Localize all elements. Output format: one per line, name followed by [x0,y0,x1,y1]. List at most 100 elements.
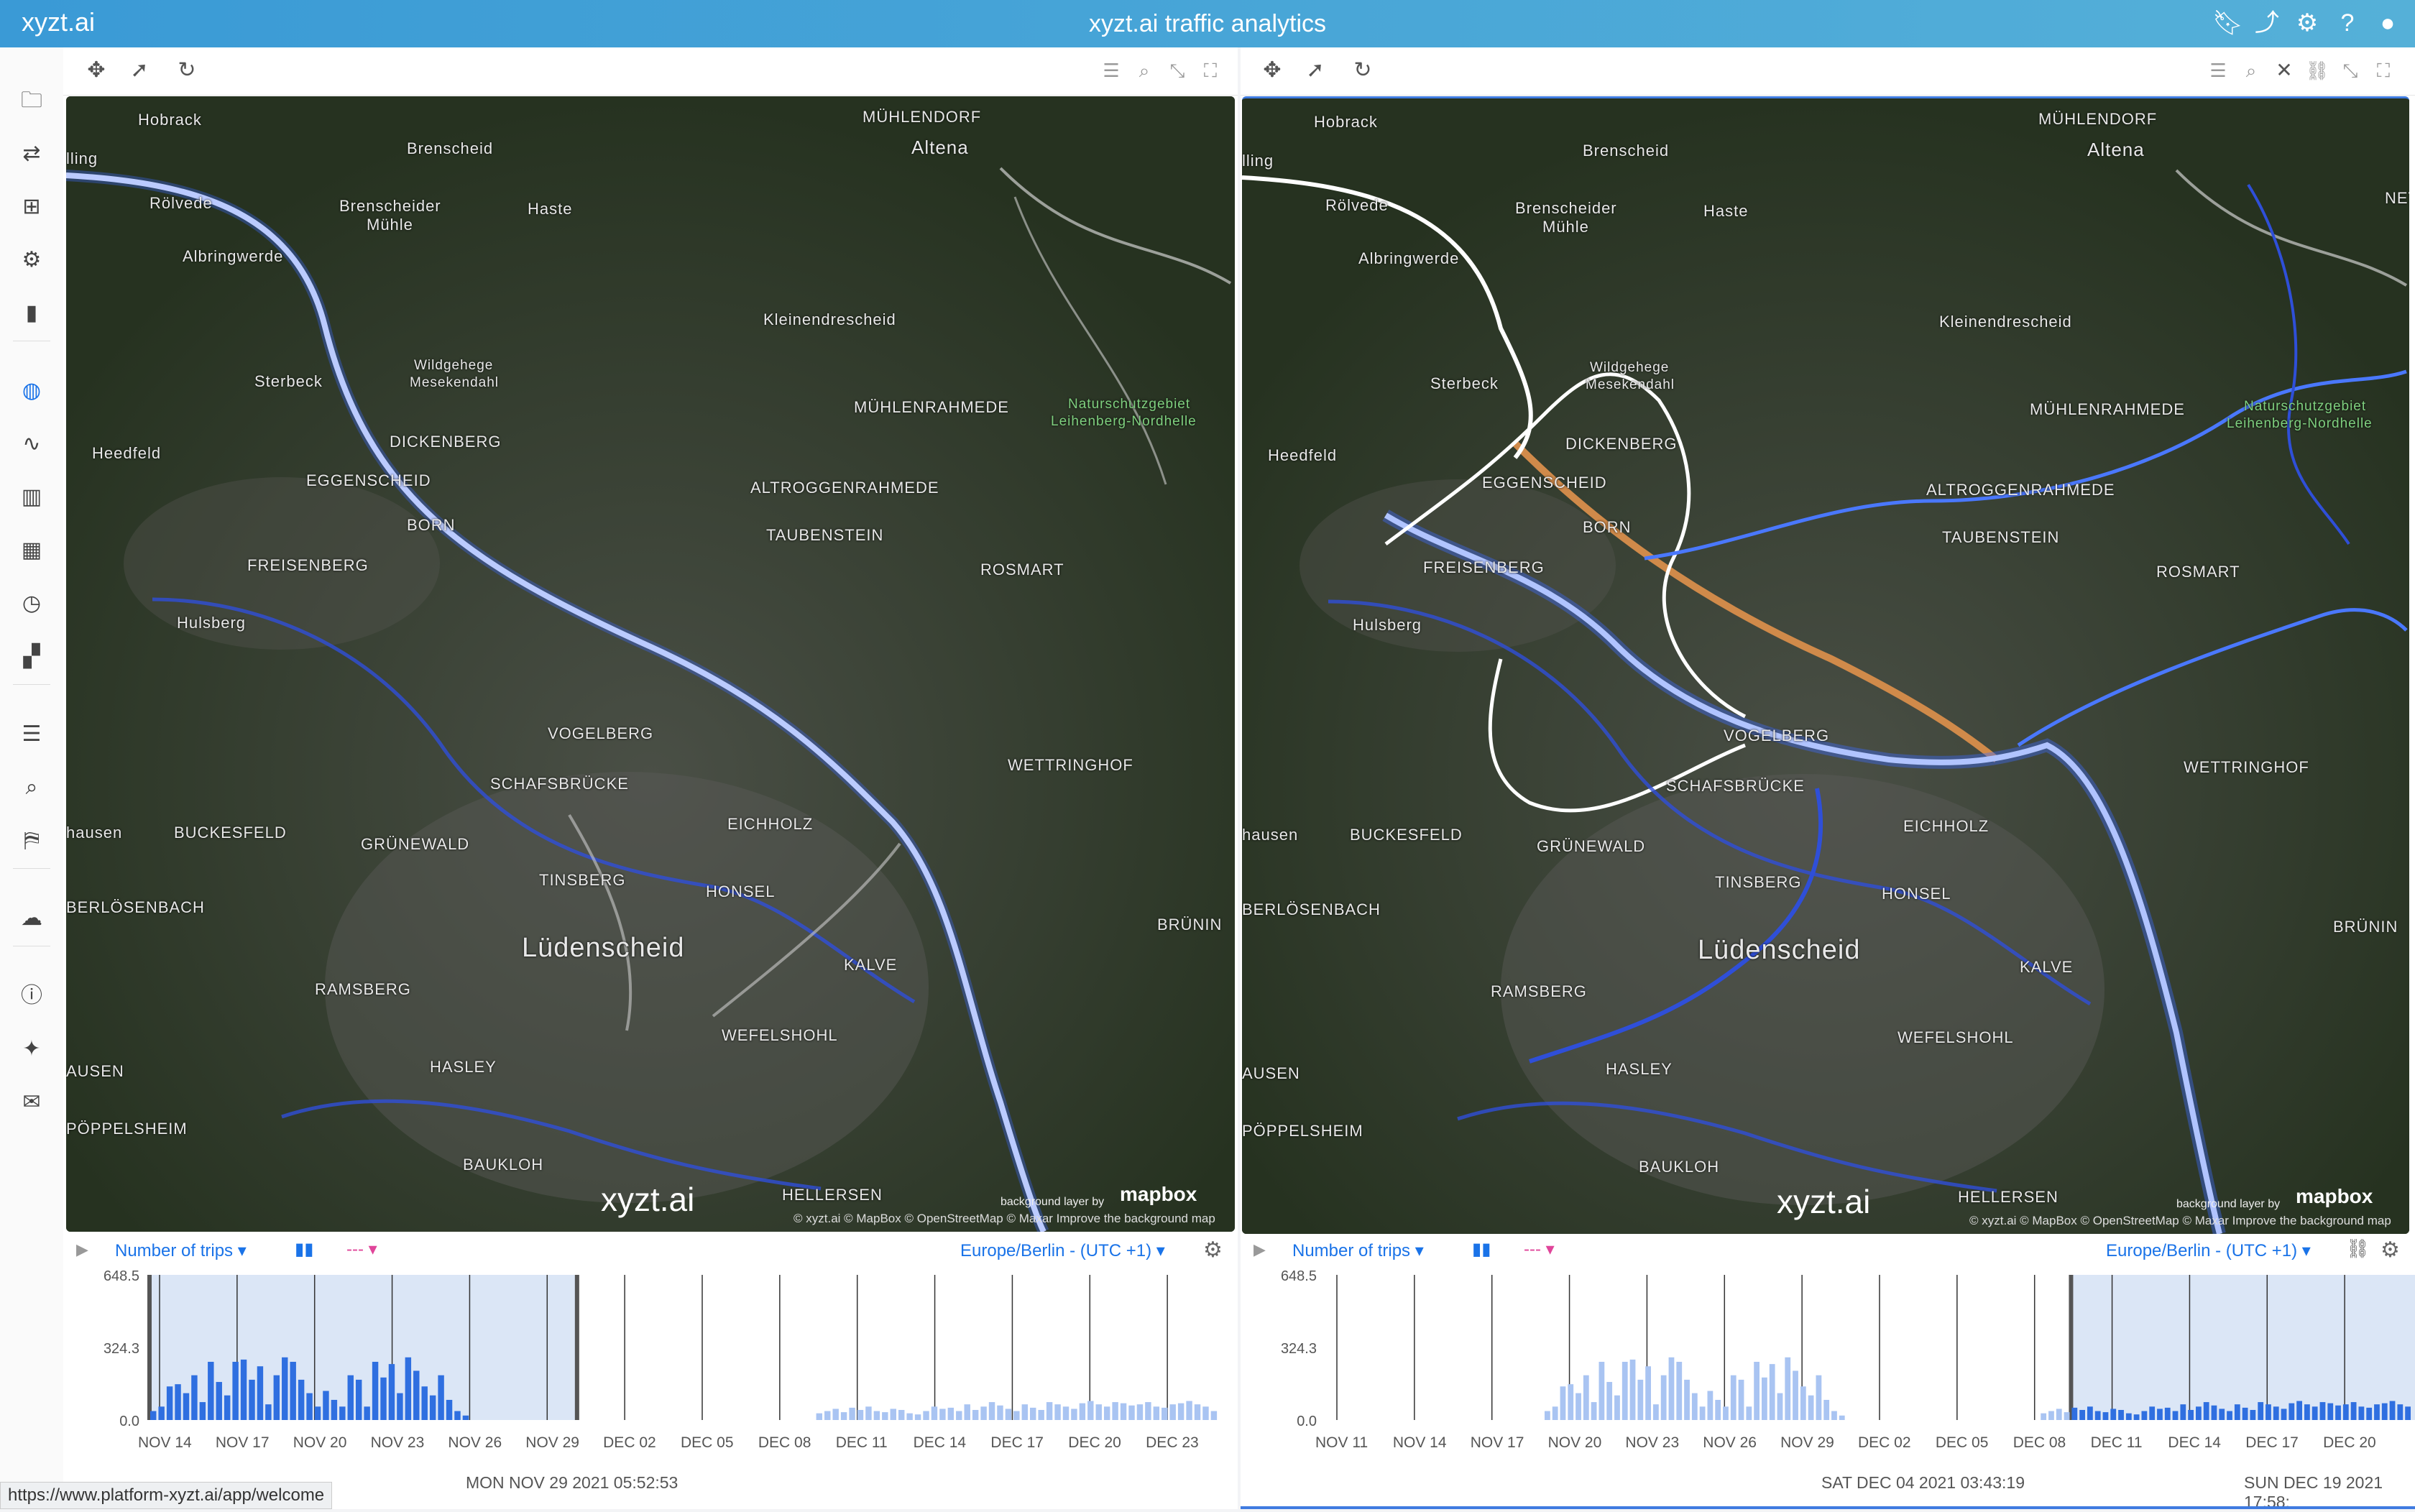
fullscreen-icon[interactable]: ⛶ [1196,56,1225,85]
folder-icon[interactable]: 🗀 [16,85,47,116]
settings-icon[interactable]: ⚙ [16,244,47,276]
histogram-bar [964,1404,970,1420]
clock-icon[interactable]: ◷ [16,588,47,619]
histogram-bar [1186,1401,1192,1420]
map-label: TINSBERG [1715,873,1802,891]
histogram-bar [2203,1402,2209,1420]
right-map[interactable]: Hobrack Brenscheid MÜHLENDORF Altena Röl… [1242,96,2409,1234]
histogram-bar [2141,1411,2148,1420]
histogram-bar [2234,1404,2240,1420]
gear-icon[interactable]: ⚙ [2293,9,2322,37]
swap-icon[interactable]: ⇄ [16,138,47,170]
timezone-select[interactable]: Europe/Berlin - (UTC +1) ▾ [2106,1240,2311,1261]
refresh-icon[interactable]: ↻ [1348,56,1377,85]
histogram-bar [1645,1366,1651,1420]
account-icon[interactable]: ● [2373,9,2402,37]
time-selection[interactable] [2071,1275,2415,1420]
histogram-bar [1754,1362,1760,1420]
left-histogram[interactable]: NOV 14 NOV 17 NOV 20 NOV 23 NOV 26 NOV 29 DEC … [63,1269,1238,1463]
histogram-bar [405,1357,412,1420]
info-icon[interactable]: ⓘ [16,980,47,1012]
globe-icon[interactable]: ◍ [16,375,47,407]
timezone-select[interactable]: Europe/Berlin - (UTC +1) ▾ [960,1240,1165,1261]
map-attribution[interactable]: © xyzt.ai © MapBox © OpenStreetMap © Max… [794,1212,1215,1226]
chart-settings-icon[interactable]: ⚙ [2380,1237,2400,1263]
cloud-icon[interactable]: ☁ [16,903,47,934]
selection-handle[interactable] [147,1275,152,1420]
map-label: BORN [407,516,456,534]
pan-icon[interactable]: ✥ [1258,56,1287,85]
histogram-bar [906,1413,913,1420]
histogram-bar [1816,1375,1822,1420]
map-label: KALVE [2020,958,2074,976]
right-histogram[interactable]: NOV 11 NOV 14 NOV 17 NOV 20 NOV 23 NOV 26 NOV … [1241,1269,2415,1463]
bar-chart-icon[interactable]: ▮▮ [295,1239,313,1260]
link-icon[interactable]: ⛓ [2303,56,2332,85]
histogram-bar [2164,1407,2171,1420]
histogram-bar [2125,1413,2132,1420]
legend-list-icon[interactable]: ☰ [1097,56,1126,85]
mapbox-logo[interactable]: mapbox [2296,1185,2373,1208]
histogram-bar [2094,1411,2101,1420]
table-icon[interactable]: ▦ [16,535,47,566]
map-label: PÖPPELSHEIM [1242,1122,1363,1140]
left-map[interactable]: Hobrack Brenscheid MÜHLENDORF Altena Röl… [66,96,1235,1232]
x-tick-label: NOV 23 [371,1434,425,1451]
x-tick-label: DEC 20 [1068,1434,1121,1451]
map-attribution[interactable]: © xyzt.ai © MapBox © OpenStreetMap © Max… [1969,1214,2391,1228]
line-style-select[interactable]: --- ▾ [1524,1239,1555,1260]
pan-icon[interactable]: ✥ [82,56,111,85]
histogram-bar [388,1364,395,1420]
refresh-icon[interactable]: ↻ [172,56,201,85]
feedback-icon[interactable]: ✉ [16,1087,47,1118]
histogram-bar [454,1411,461,1420]
line-chart-icon[interactable]: ∿ [16,428,47,460]
line-style-select[interactable]: --- ▾ [346,1239,377,1260]
metric-select[interactable]: Number of trips ▾ [1292,1240,1424,1261]
collapse-icon[interactable]: ⤡ [2336,56,2365,85]
collapse-icon[interactable]: ⤡ [1163,56,1192,85]
histogram-bar [997,1405,1003,1420]
share-icon[interactable]: ⤴ [2253,9,2281,37]
bookmarks-icon[interactable]: ▮ [16,298,47,329]
metric-select[interactable]: Number of trips ▾ [115,1240,247,1261]
map-canvas [66,96,1235,1232]
fullscreen-icon[interactable]: ⛶ [2369,56,2398,85]
list-icon[interactable]: ☰ [16,719,47,750]
map-label: EICHHOLZ [727,815,814,833]
status-url: https://www.platform-xyzt.ai/app/welcome [0,1482,333,1509]
selection-handle[interactable] [574,1275,579,1420]
unlink-icon[interactable]: ⛓ [2346,1237,2370,1260]
bookmark-icon[interactable]: 🔖︎ [2212,9,2243,37]
close-icon[interactable]: ✕ [2270,56,2299,85]
select-pointer-icon[interactable]: ➚ [125,56,154,85]
mapbox-logo[interactable]: mapbox [1120,1183,1197,1206]
chart-settings-icon[interactable]: ⚙ [1203,1237,1223,1263]
timezone-label: Europe/Berlin - (UTC +1) [2106,1241,2298,1260]
bar-chart-icon[interactable]: ▥ [16,481,47,513]
map-label: Mühle [1542,218,1589,236]
x-tick-label: NOV 20 [1548,1434,1602,1451]
select-pointer-icon[interactable]: ➚ [1301,56,1330,85]
selection-handle[interactable] [2069,1275,2074,1420]
histogram-bar [1746,1406,1752,1420]
bar-chart-icon[interactable]: ▮▮ [1472,1239,1491,1260]
search-icon[interactable]: ⌕ [1130,56,1159,85]
play-icon[interactable]: ▶ [76,1240,88,1259]
search-icon[interactable]: ⌕ [2237,56,2266,85]
help-icon[interactable]: ? [2333,9,2362,37]
x-tick-label: NOV 17 [1471,1434,1524,1451]
map-icon[interactable]: ⛿ [16,825,47,857]
map-label: ROSMART [2156,563,2240,581]
x-tick-label: DEC 14 [2168,1434,2221,1451]
histogram-bar [2118,1409,2124,1420]
lightbulb-icon[interactable]: ✦ [16,1033,47,1065]
map-label: Naturschutzgebiet [1068,397,1191,412]
search-map-icon[interactable]: ⌕ [16,772,47,803]
dashboard-icon[interactable]: ▞ [16,641,47,673]
legend-list-icon[interactable]: ☰ [2204,56,2232,85]
histogram-bar [1038,1409,1044,1420]
play-icon[interactable]: ▶ [1254,1240,1266,1259]
histogram-bar [1145,1402,1151,1420]
new-folder-icon[interactable]: ⊞ [16,191,47,223]
